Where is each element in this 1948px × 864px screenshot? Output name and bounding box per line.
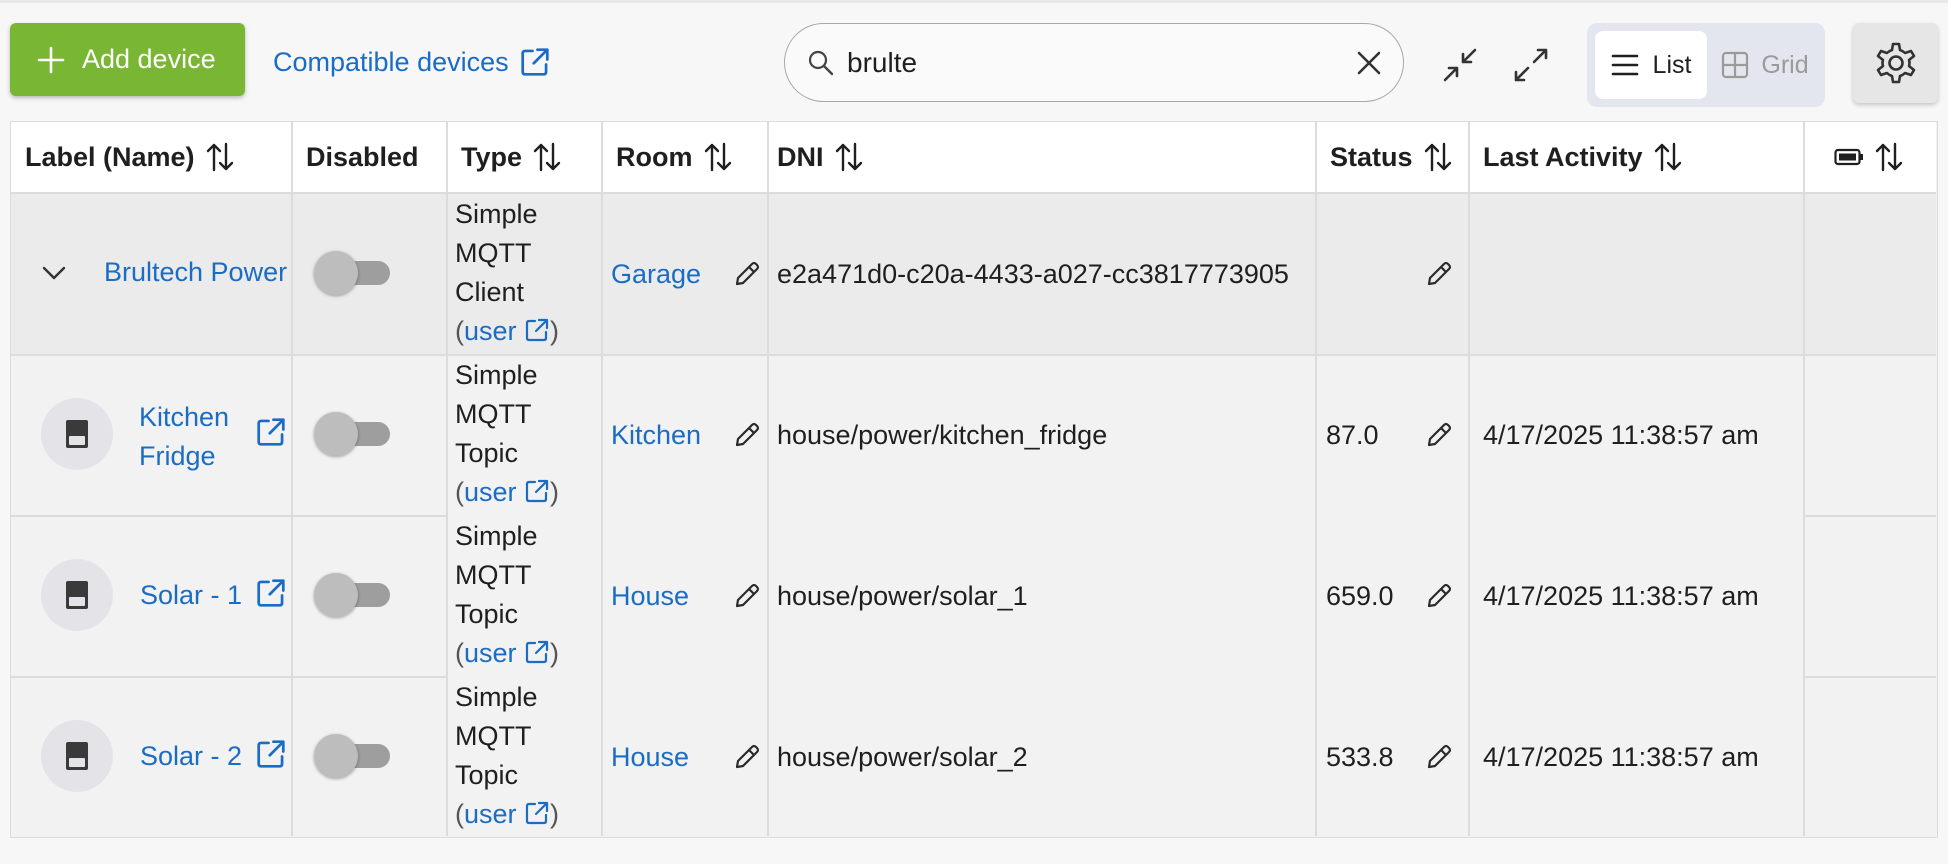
room-link[interactable]: House (611, 737, 689, 777)
add-device-label: Add device (82, 44, 216, 74)
status-text: 659.0 (1326, 580, 1394, 611)
sort-icon[interactable] (1653, 141, 1683, 173)
sort-icon[interactable] (1423, 141, 1453, 173)
dni-text: house/power/solar_2 (777, 741, 1028, 772)
room-link[interactable]: Garage (611, 254, 701, 294)
status-text: 533.8 (1326, 741, 1394, 772)
disabled-toggle[interactable] (314, 570, 394, 618)
external-link-icon[interactable] (524, 639, 550, 665)
status-text: 87.0 (1326, 419, 1379, 450)
last-activity-text: 4/17/2025 11:38:57 am (1483, 419, 1759, 450)
disabled-toggle[interactable] (314, 409, 394, 457)
device-label-link[interactable]: Solar - 2 (140, 736, 242, 776)
gear-icon (1876, 42, 1915, 84)
device-avatar (41, 559, 113, 631)
device-icon (65, 741, 89, 771)
room-link[interactable]: Kitchen (611, 415, 701, 455)
disabled-toggle[interactable] (314, 248, 394, 296)
view-toggle: List Grid (1587, 23, 1825, 107)
header-label-text: Label (Name) (25, 141, 195, 172)
grid-icon (1722, 51, 1749, 79)
search-input[interactable] (847, 42, 1327, 84)
devices-table: Label (Name) Disabled Type Room DNI Stat… (10, 121, 1938, 838)
edit-status-icon[interactable] (1424, 259, 1454, 289)
device-avatar (41, 398, 113, 470)
header-last-activity-text: Last Activity (1483, 141, 1643, 172)
type-cell: Simple MQTT Topic (user ) (455, 521, 560, 668)
dni-text: house/power/solar_1 (777, 580, 1028, 611)
type-user-link[interactable]: user (464, 316, 517, 346)
type-cell: Simple MQTT Topic (user ) (455, 360, 560, 507)
edit-room-icon[interactable] (732, 259, 762, 289)
external-link-icon[interactable] (255, 416, 287, 448)
external-link-icon[interactable] (524, 317, 550, 343)
type-cell: Simple MQTT Topic (user ) (455, 682, 560, 829)
search-icon (808, 50, 834, 76)
plus-icon (37, 46, 65, 73)
view-grid-label: Grid (1761, 50, 1809, 79)
external-link-icon[interactable] (524, 800, 550, 826)
type-cell: Simple MQTT Client (user ) (455, 199, 560, 346)
edit-room-icon[interactable] (732, 742, 762, 772)
dni-text: e2a471d0-c20a-4433-a027-cc3817773905 (777, 258, 1289, 289)
collapse-all-icon[interactable] (1439, 44, 1481, 86)
view-grid-button[interactable]: Grid (1713, 31, 1817, 99)
view-list-button[interactable]: List (1595, 31, 1707, 99)
view-list-label: List (1652, 50, 1692, 79)
edit-room-icon[interactable] (732, 581, 762, 611)
search-box (784, 23, 1404, 102)
disabled-toggle[interactable] (314, 731, 394, 779)
compatible-devices-link[interactable]: Compatible devices (273, 40, 551, 84)
external-link-icon (519, 46, 551, 78)
type-user-link[interactable]: user (464, 638, 517, 668)
header-dni-text: DNI (777, 141, 824, 172)
type-user-link[interactable]: user (464, 799, 517, 829)
device-label-link[interactable]: Solar - 1 (140, 575, 242, 615)
add-device-button[interactable]: Add device (10, 23, 245, 96)
battery-icon (1834, 148, 1863, 166)
header-dni[interactable]: DNI (768, 122, 1315, 192)
device-icon (65, 419, 89, 449)
edit-status-icon[interactable] (1424, 742, 1454, 772)
edit-status-icon[interactable] (1424, 581, 1454, 611)
sort-icon[interactable] (834, 141, 864, 173)
expand-all-icon[interactable] (1510, 44, 1552, 86)
clear-search-icon[interactable] (1353, 47, 1385, 79)
header-battery[interactable] (1804, 122, 1936, 192)
last-activity-text: 4/17/2025 11:38:57 am (1483, 741, 1759, 772)
dni-text: house/power/kitchen_fridge (777, 419, 1108, 450)
external-link-icon[interactable] (255, 738, 287, 770)
header-type[interactable]: Type (447, 122, 601, 192)
external-link-icon[interactable] (524, 478, 550, 504)
room-link[interactable]: House (611, 576, 689, 616)
external-link-icon[interactable] (255, 577, 287, 609)
header-status-text: Status (1330, 141, 1413, 172)
device-label-link[interactable]: Brultech Power (104, 252, 287, 292)
last-activity-text: 4/17/2025 11:38:57 am (1483, 580, 1759, 611)
sort-icon[interactable] (205, 141, 235, 173)
compatible-devices-label: Compatible devices (273, 46, 509, 77)
header-room[interactable]: Room (602, 122, 767, 192)
edit-status-icon[interactable] (1424, 420, 1454, 450)
type-user-link[interactable]: user (464, 477, 517, 507)
header-last-activity[interactable]: Last Activity (1469, 122, 1803, 192)
top-divider (0, 0, 1948, 3)
device-icon (65, 580, 89, 610)
header-type-text: Type (461, 141, 523, 172)
header-disabled[interactable]: Disabled (292, 122, 446, 192)
sort-icon[interactable] (1874, 141, 1904, 173)
settings-button[interactable] (1853, 23, 1938, 103)
device-label-link[interactable]: Kitchen Fridge (139, 398, 229, 476)
sort-icon[interactable] (703, 141, 733, 173)
header-disabled-text: Disabled (306, 141, 419, 172)
header-status[interactable]: Status (1316, 122, 1468, 192)
device-avatar (41, 720, 113, 792)
chevron-down-icon[interactable] (41, 264, 67, 282)
header-room-text: Room (616, 141, 693, 172)
list-icon (1611, 54, 1638, 76)
edit-room-icon[interactable] (732, 420, 762, 450)
sort-icon[interactable] (532, 141, 562, 173)
header-label[interactable]: Label (Name) (11, 122, 291, 192)
